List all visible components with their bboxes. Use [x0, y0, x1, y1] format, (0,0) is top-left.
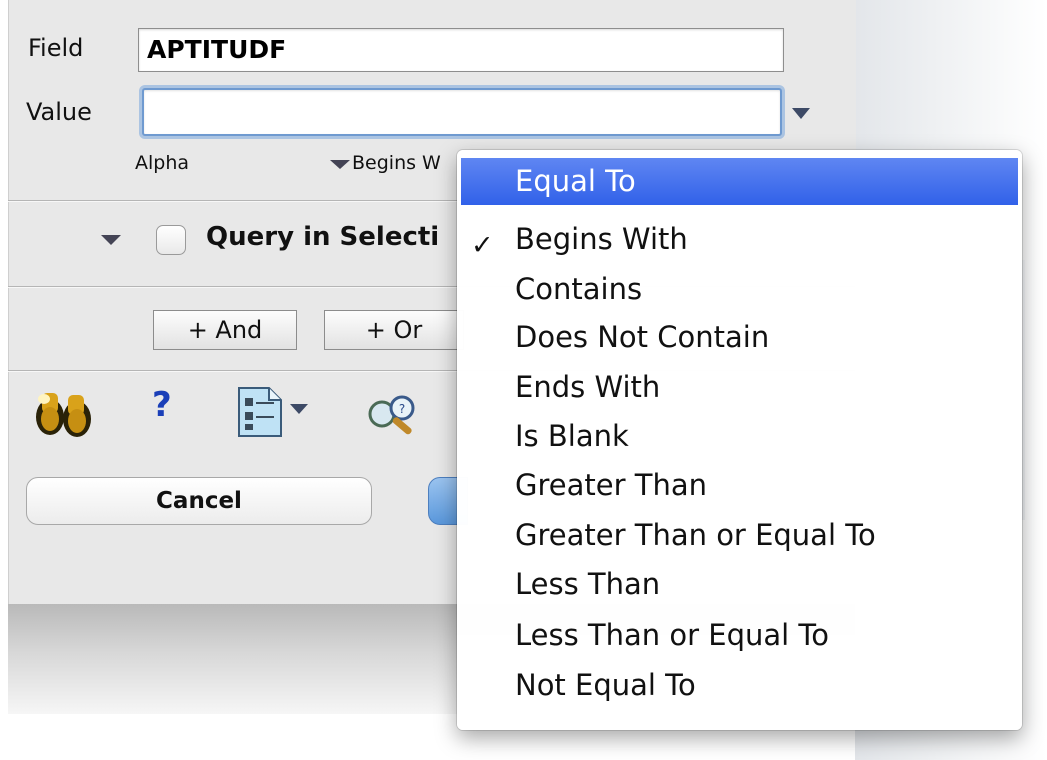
menu-item-label: Ends With [515, 370, 661, 404]
help-icon[interactable]: ? [152, 385, 172, 425]
field-name-box[interactable]: APTITUDF [138, 28, 784, 72]
menu-item-contains[interactable]: Contains [457, 266, 1022, 313]
menu-item-label: Contains [515, 272, 643, 306]
menu-item-greater-than-or-equal-to[interactable]: Greater Than or Equal To [457, 512, 1022, 559]
type-label: Alpha [135, 152, 190, 174]
add-or-button[interactable]: + Or [324, 310, 464, 350]
document-dropdown-icon[interactable] [290, 404, 308, 414]
query-in-selection-label[interactable]: Query in Selecti [206, 222, 439, 252]
operator-dropdown-menu: Equal To ✓ Begins With Contains Does Not … [457, 150, 1022, 730]
menu-item-is-blank[interactable]: Is Blank [457, 413, 1022, 460]
add-and-button[interactable]: + And [153, 310, 297, 350]
checkmark-icon: ✓ [471, 230, 494, 261]
menu-item-label: Equal To [515, 164, 636, 198]
menu-item-label: Greater Than [515, 468, 707, 502]
value-input[interactable] [142, 88, 782, 136]
cancel-button[interactable]: Cancel [26, 477, 372, 525]
menu-item-label: Less Than or Equal To [515, 618, 829, 652]
document-icon[interactable] [236, 386, 284, 442]
menu-item-equal-to[interactable]: Equal To [461, 158, 1018, 205]
operator-chevron-icon[interactable] [330, 160, 350, 169]
query-in-selection-checkbox[interactable] [156, 225, 186, 255]
field-label: Field [28, 34, 84, 62]
menu-item-less-than-or-equal-to[interactable]: Less Than or Equal To [457, 612, 1022, 659]
svg-text:?: ? [399, 402, 405, 416]
menu-item-label: Begins With [515, 222, 688, 256]
value-dropdown-icon[interactable] [792, 108, 810, 119]
binoculars-icon[interactable] [30, 385, 100, 445]
operator-label[interactable]: Begins W [352, 152, 441, 174]
menu-item-less-than[interactable]: Less Than [457, 561, 1022, 608]
menu-item-begins-with[interactable]: ✓ Begins With [457, 216, 1022, 263]
menu-item-label: Less Than [515, 567, 661, 601]
menu-item-label: Not Equal To [515, 668, 696, 702]
menu-item-label: Does Not Contain [515, 320, 770, 354]
value-label: Value [26, 98, 92, 126]
menu-item-ends-with[interactable]: Ends With [457, 364, 1022, 411]
menu-item-not-equal-to[interactable]: Not Equal To [457, 662, 1022, 709]
menu-item-greater-than[interactable]: Greater Than [457, 462, 1022, 509]
menu-item-label: Greater Than or Equal To [515, 518, 876, 552]
menu-item-does-not-contain[interactable]: Does Not Contain [457, 314, 1022, 361]
search-magnifier-icon[interactable]: ? [362, 386, 432, 448]
menu-item-label: Is Blank [515, 419, 629, 453]
disclosure-triangle-icon[interactable] [101, 235, 121, 245]
